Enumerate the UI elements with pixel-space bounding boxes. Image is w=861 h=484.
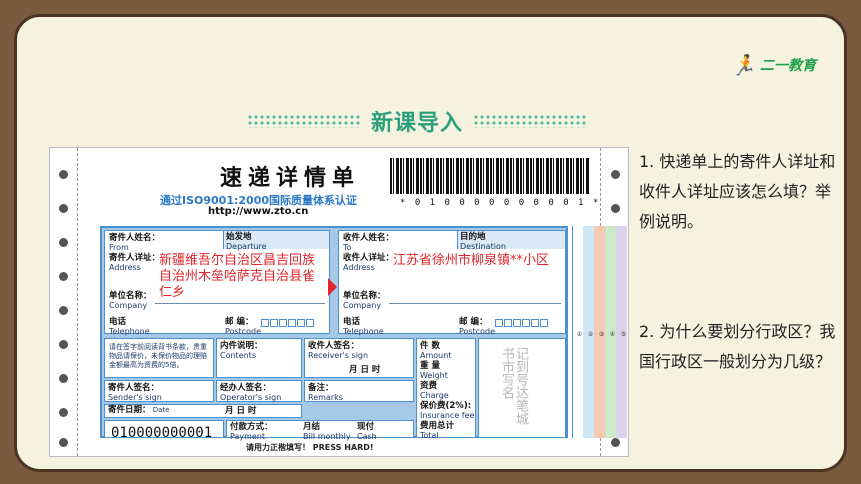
- sender-address-value: 新疆维吾尔自治区昌吉回族自治州木垒哈萨克自治县雀仁乡: [159, 253, 316, 300]
- section-title: 新课导入: [371, 111, 464, 136]
- slide-frame: 🏃 二一教育 新课导入 1. 快递单上的寄件人详址和收件人详址应该怎么填？举例说…: [14, 14, 847, 472]
- waybill-notice: 请在签字前阅读背书条款，贵重物品请保价，未保价物品的理赔金额最高为资费的5倍。: [109, 343, 207, 369]
- waybill-form: 寄件人姓名： From 始发地 Departure 寄件人详址： Address 新疆…: [100, 226, 568, 441]
- waybill-stamp: 记到号达笔城书市写名: [499, 347, 528, 425]
- bottom-note: 请用力正楷填写！ PRESS HARD!: [246, 443, 374, 452]
- arrow-icon: [328, 278, 337, 296]
- question-2: 2. 为什么要划分行政区？我国行政区一般划分为几级？: [639, 322, 836, 371]
- question-1: 1. 快递单上的寄件人详址和收件人详址应该怎么填？举例说明。: [639, 152, 836, 231]
- waybill-holes-left: [50, 148, 76, 456]
- waybill-image: 速递详情单 通过ISO9001:2000国际质量体系认证 http://www.…: [49, 147, 629, 457]
- barcode: [390, 158, 590, 194]
- brand-logo: 🏃 二一教育: [731, 53, 816, 77]
- waybill-title: 速递详情单: [220, 166, 361, 191]
- receiver-section: 收件人姓名： To 目的地 Destination 收件人详址： Address 江苏…: [338, 230, 566, 336]
- barcode-number: * 0 1 0 0 0 0 0 0 0 0 0 1 *: [400, 198, 601, 208]
- section-title-row: 新课导入: [247, 101, 588, 141]
- waybill-serial: 010000000001: [111, 425, 213, 441]
- logo-text: 二一教育: [760, 58, 816, 74]
- sender-section: 寄件人姓名： From 始发地 Departure 寄件人详址： Address 新疆…: [104, 230, 330, 336]
- waybill-url: http://www.zto.cn: [208, 206, 309, 217]
- receiver-address-value: 江苏省徐州市柳泉镇**小区: [393, 253, 550, 268]
- dots-left-decoration: [247, 114, 361, 128]
- dots-right-decoration: [473, 114, 588, 128]
- runner-icon: 🏃: [731, 53, 756, 77]
